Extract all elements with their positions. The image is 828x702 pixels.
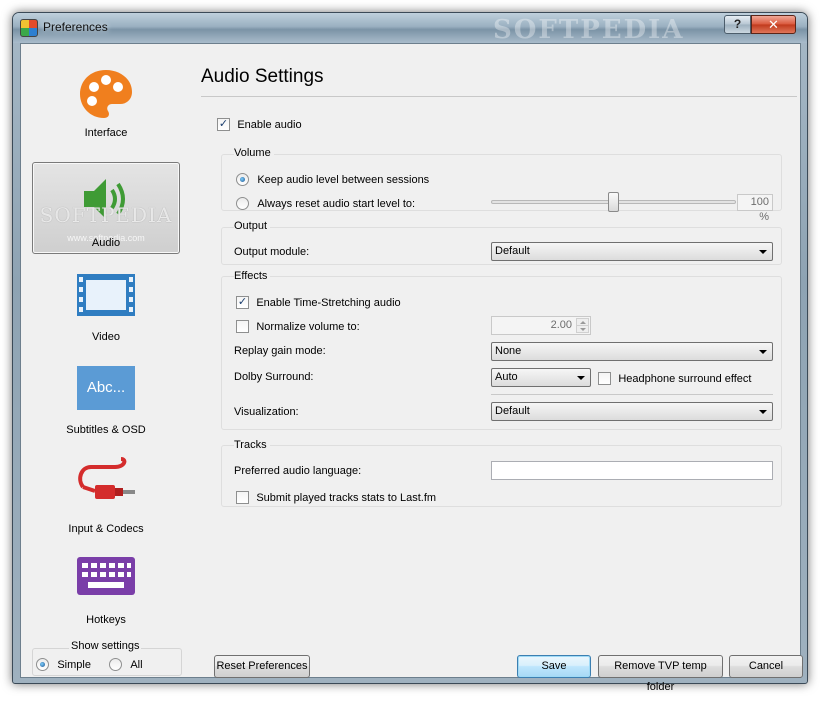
always-reset-radio[interactable] <box>236 197 249 211</box>
sidebar-item-label: Video <box>92 331 120 343</box>
client-area: Interface SOFTPEDIA www.softpedia.com Au… <box>20 43 803 693</box>
help-button[interactable]: ? <box>724 15 751 34</box>
checkbox-box <box>236 491 249 505</box>
volume-slider-thumb[interactable] <box>608 192 619 212</box>
simple-radio[interactable] <box>36 658 49 672</box>
always-reset-option[interactable]: Always reset audio start level to: <box>236 196 415 211</box>
checkbox-box <box>598 372 611 386</box>
language-input[interactable] <box>491 461 773 480</box>
visualization-label: Visualization: <box>234 406 299 418</box>
lastfm-checkbox[interactable]: Submit played tracks stats to Last.fm <box>236 490 436 505</box>
headphone-checkbox[interactable]: Headphone surround effect <box>598 371 751 386</box>
sidebar-item-audio[interactable]: SOFTPEDIA www.softpedia.com Audio <box>32 162 180 254</box>
film-icon <box>77 274 135 316</box>
dropdown-arrow-icon <box>759 350 767 354</box>
sidebar-item-label: Interface <box>84 127 128 139</box>
sidebar: Interface SOFTPEDIA www.softpedia.com Au… <box>21 44 193 679</box>
keyboard-icon <box>77 557 135 595</box>
window-title: Preferences <box>43 20 108 34</box>
normalize-spinbox[interactable]: 2.00 <box>491 316 591 335</box>
sidebar-item-label: Subtitles & OSD <box>66 424 146 436</box>
dropdown-arrow-icon <box>577 376 585 380</box>
enable-audio-checkbox[interactable]: ✓ Enable audio <box>217 117 302 132</box>
replay-gain-label: Replay gain mode: <box>234 345 326 357</box>
save-button[interactable]: Save <box>517 655 591 678</box>
keep-level-option[interactable]: Keep audio level between sessions <box>236 172 429 187</box>
show-settings-all[interactable]: All <box>109 657 143 672</box>
cable-icon <box>78 457 135 499</box>
sidebar-item-interface[interactable]: Interface <box>32 58 180 150</box>
sidebar-item-label: Hotkeys <box>86 614 126 626</box>
spin-down-icon[interactable] <box>576 325 589 333</box>
show-settings-group: Show settings Simple All <box>32 640 182 676</box>
sidebar-item-subtitles-osd[interactable]: Abc... Subtitles & OSD <box>32 358 180 450</box>
output-module-select[interactable]: Default <box>491 242 773 261</box>
dolby-select[interactable]: Auto <box>491 368 591 387</box>
sidebar-item-hotkeys[interactable]: Hotkeys <box>32 547 180 639</box>
output-group-title: Output <box>234 220 271 232</box>
tracks-group-title: Tracks <box>234 439 270 451</box>
app-icon <box>20 19 38 37</box>
preferences-window: Preferences SOFTPEDIA ? ✕ Interface SOFT… <box>12 12 808 693</box>
remove-temp-folder-button[interactable]: Remove TVP temp folder <box>598 655 723 693</box>
close-button[interactable]: ✕ <box>751 15 796 34</box>
visualization-select[interactable]: Default <box>491 402 773 421</box>
dropdown-arrow-icon <box>759 250 767 254</box>
time-stretch-checkbox[interactable]: ✓ Enable Time-Stretching audio <box>236 295 401 310</box>
sidebar-item-label: Input & Codecs <box>68 523 144 535</box>
sidebar-item-video[interactable]: Video <box>32 264 180 356</box>
all-radio[interactable] <box>109 658 122 672</box>
replay-gain-select[interactable]: None <box>491 342 773 361</box>
normalize-checkbox[interactable]: Normalize volume to: <box>236 319 360 334</box>
language-label: Preferred audio language: <box>234 465 362 477</box>
title-bar[interactable]: Preferences SOFTPEDIA ? ✕ <box>13 13 807 43</box>
dropdown-arrow-icon <box>759 410 767 414</box>
sidebar-item-label: Audio <box>91 237 121 249</box>
sidebar-watermark: SOFTPEDIA <box>39 203 173 227</box>
output-module-label: Output module: <box>234 246 310 258</box>
volume-level-box[interactable]: 100 % <box>737 194 773 223</box>
effects-separator <box>491 394 773 395</box>
sidebar-item-input-codecs[interactable]: Input & Codecs <box>32 452 180 544</box>
title-divider <box>201 96 797 97</box>
keep-level-radio[interactable] <box>236 173 249 187</box>
show-settings-legend: Show settings <box>69 640 142 652</box>
effects-group-title: Effects <box>234 270 271 282</box>
reset-preferences-button[interactable]: Reset Preferences <box>214 655 310 678</box>
checkmark-icon: ✓ <box>217 118 230 132</box>
palette-icon <box>80 70 132 118</box>
page-title: Audio Settings <box>201 66 324 87</box>
subtitles-icon: Abc... <box>77 366 135 410</box>
show-settings-simple[interactable]: Simple <box>36 657 91 672</box>
cancel-button[interactable]: Cancel <box>729 655 803 678</box>
checkmark-icon: ✓ <box>236 296 249 310</box>
checkbox-box <box>236 320 249 334</box>
watermark: SOFTPEDIA <box>493 15 685 43</box>
volume-group-title: Volume <box>234 147 274 159</box>
dolby-label: Dolby Surround: <box>234 371 314 383</box>
